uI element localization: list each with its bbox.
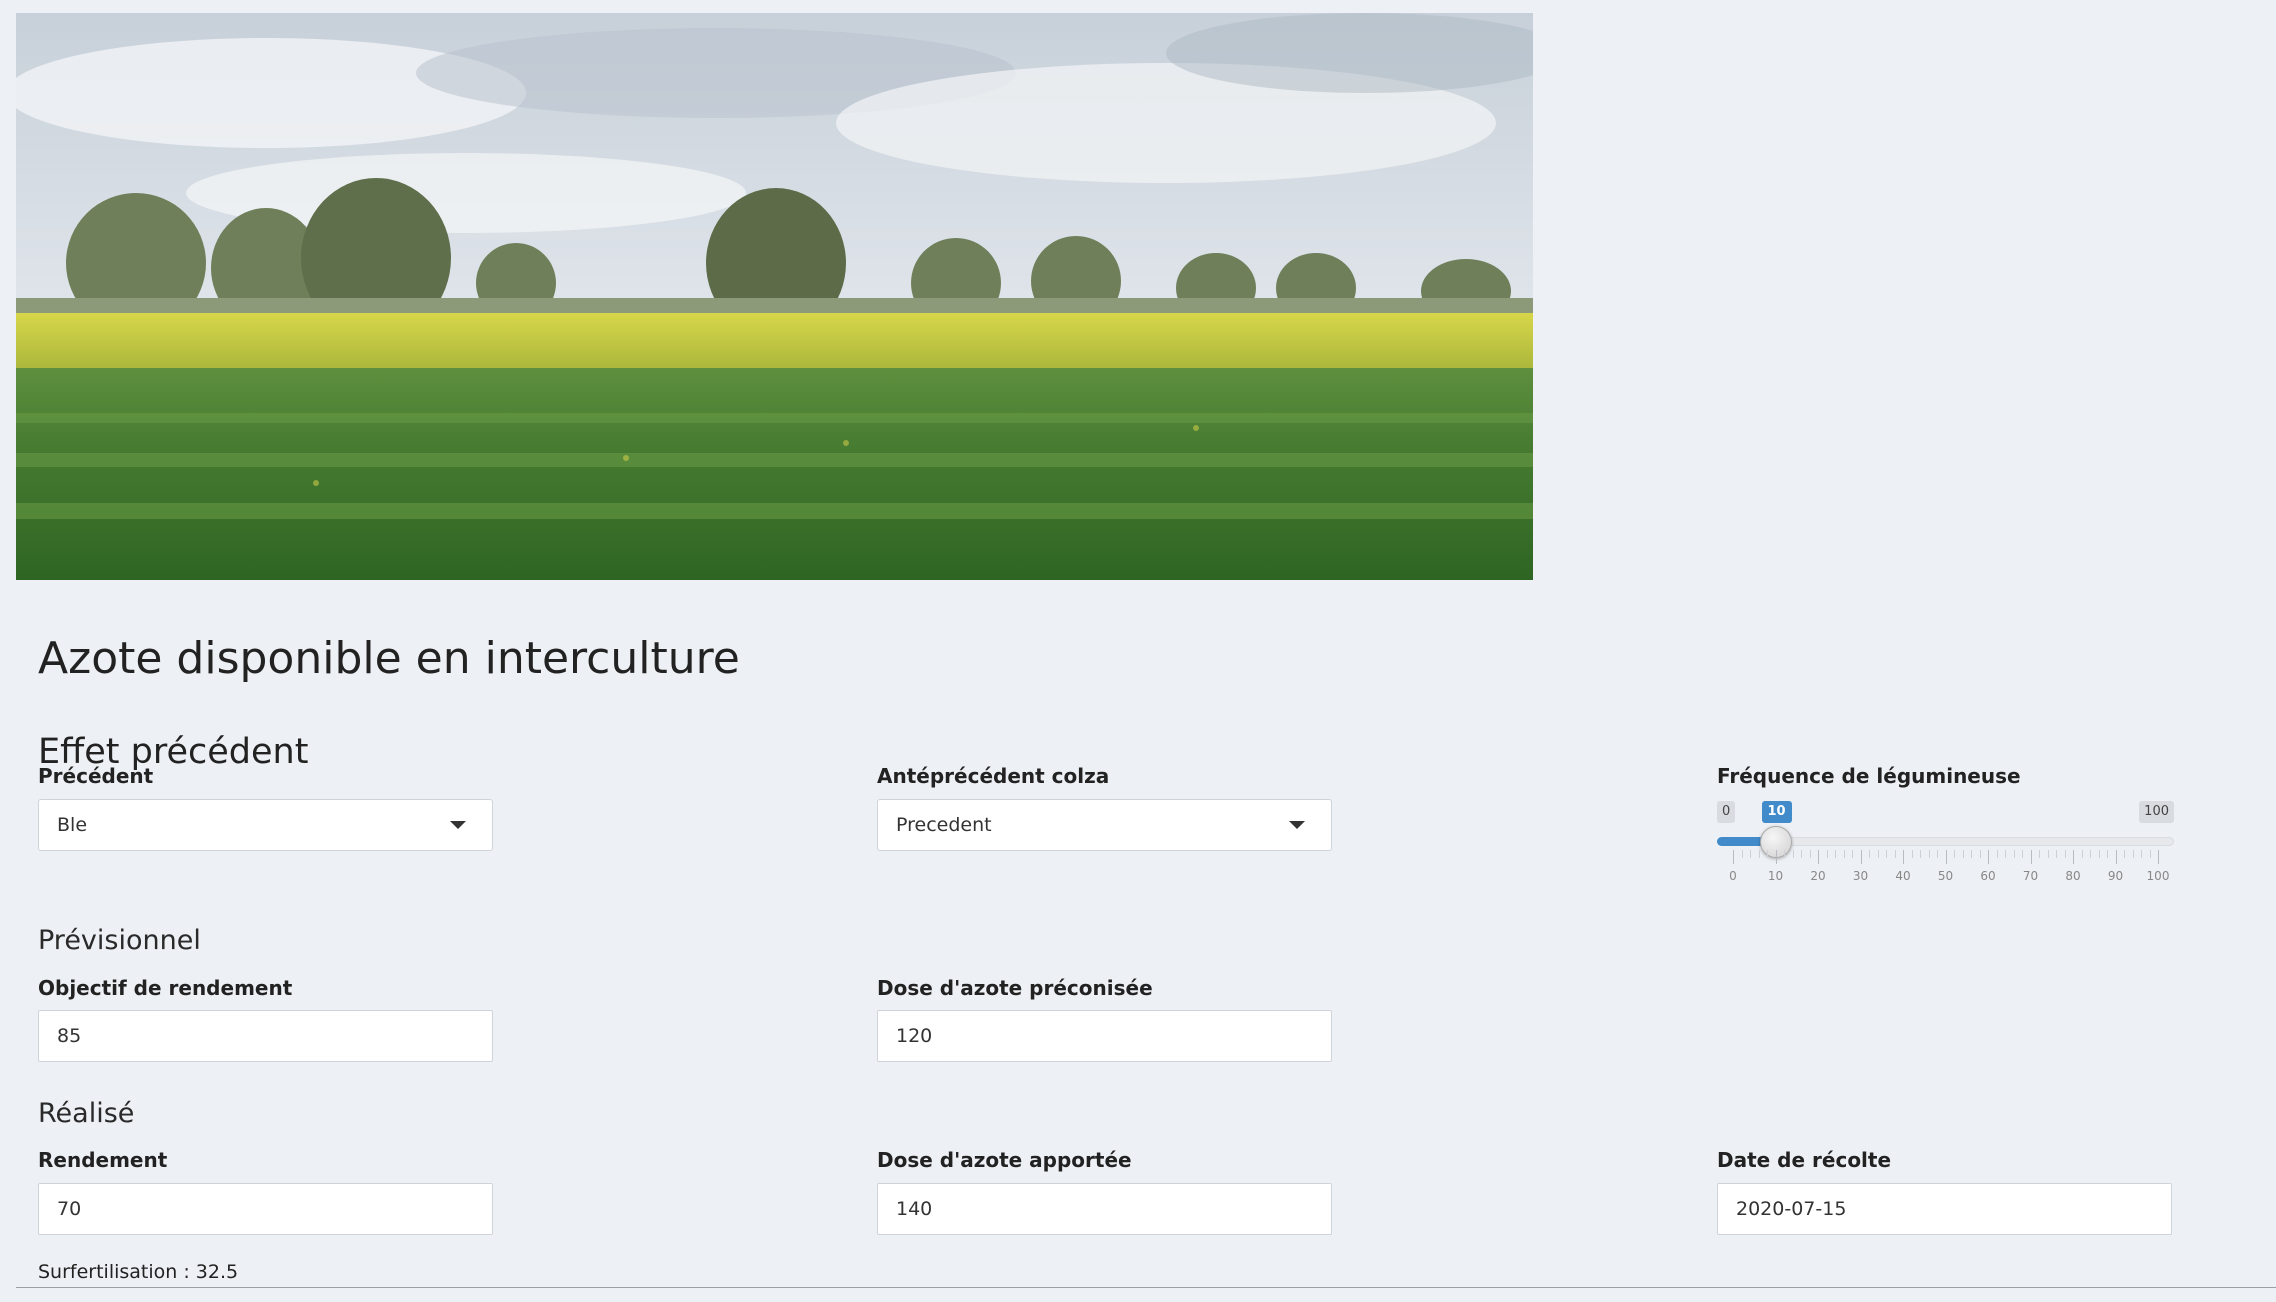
divider <box>16 1287 2276 1288</box>
slider-minor-tick <box>2132 850 2134 858</box>
slider-major-tick <box>2115 850 2117 864</box>
slider-max-badge: 100 <box>2139 801 2174 823</box>
slider-minor-tick <box>1792 850 1794 858</box>
slider-minor-tick <box>1750 850 1751 858</box>
slider-tick-label: 10 <box>1767 869 1784 883</box>
slider-minor-tick <box>2141 850 2142 858</box>
dose-apportee-input[interactable] <box>877 1183 1332 1235</box>
date-recolte-input[interactable] <box>1717 1183 2172 1235</box>
slider-minor-tick <box>2098 850 2100 858</box>
slider-tick-label: 90 <box>2107 869 2124 883</box>
precedent-select[interactable]: Ble <box>38 799 493 851</box>
slider-major-tick <box>1775 850 1777 864</box>
slider-minor-tick <box>2064 850 2066 858</box>
slider-tick-label: 70 <box>2022 869 2039 883</box>
legume-frequency-label: Fréquence de légumineuse <box>1717 764 2021 788</box>
slider-major-tick <box>1988 850 1989 864</box>
field-landscape-illustration <box>16 13 1533 580</box>
slider-minor-tick <box>1758 850 1760 858</box>
slider-minor-tick <box>2124 850 2125 858</box>
chevron-down-icon <box>450 821 466 829</box>
anteprecedent-label: Antéprécédent colza <box>877 764 1110 788</box>
slider-minor-tick <box>1809 850 1811 858</box>
slider-minor-tick <box>1911 850 1913 858</box>
page-title: Azote disponible en interculture <box>38 633 740 685</box>
slider-tick-label: 30 <box>1852 869 1869 883</box>
banner-field-image <box>16 13 1533 580</box>
app-page: Azote disponible en interculture Effet p… <box>0 0 2276 1302</box>
date-recolte-label: Date de récolte <box>1717 1148 1892 1172</box>
slider-minor-tick <box>1869 850 1870 858</box>
anteprecedent-select-value: Precedent <box>896 814 992 836</box>
slider-minor-tick <box>2022 850 2023 858</box>
slider-minor-tick <box>1894 850 1896 858</box>
slider-minor-tick <box>2005 850 2006 858</box>
slider-minor-tick <box>1767 850 1768 858</box>
slider-tick-label: 50 <box>1937 869 1954 883</box>
rendement-input[interactable] <box>38 1183 493 1235</box>
slider-minor-tick <box>1877 850 1879 858</box>
objectif-rendement-label: Objectif de rendement <box>38 976 293 1000</box>
slider-minor-tick <box>1886 850 1887 858</box>
slider-minor-tick <box>2013 850 2015 858</box>
slider-minor-tick <box>1801 850 1802 858</box>
slider-minor-tick <box>1996 850 1998 858</box>
slider-minor-tick <box>1784 850 1785 858</box>
legume-frequency-slider[interactable]: 0 10 100 0 10 20 30 40 50 60 70 80 90 100 <box>1717 795 2174 885</box>
slider-minor-tick <box>1937 850 1938 858</box>
slider-minor-tick <box>1843 850 1845 858</box>
slider-major-tick <box>1903 850 1904 864</box>
precedent-select-value: Ble <box>57 814 88 836</box>
slider-minor-tick <box>1741 850 1743 858</box>
dose-preconisee-label: Dose d'azote préconisée <box>877 976 1153 1000</box>
slider-major-tick <box>1818 850 1819 864</box>
slider-minor-tick <box>1971 850 1972 858</box>
slider-major-tick <box>2158 850 2159 864</box>
slider-minor-tick <box>1928 850 1930 858</box>
slider-major-tick <box>1733 850 1734 864</box>
slider-minor-tick <box>2090 850 2091 858</box>
slider-major-tick <box>1945 850 1947 864</box>
slider-minor-tick <box>1954 850 1955 858</box>
dose-preconisee-input[interactable] <box>877 1010 1332 1062</box>
objectif-rendement-input[interactable] <box>38 1010 493 1062</box>
slider-tick-label: 80 <box>2065 869 2081 883</box>
slider-minor-tick <box>2047 850 2049 858</box>
anteprecedent-select[interactable]: Precedent <box>877 799 1332 851</box>
slider-minor-tick <box>2039 850 2040 858</box>
surfertilisation-text: Surfertilisation : 32.5 <box>38 1261 239 1283</box>
precedent-label: Précédent <box>38 764 154 788</box>
slider-minor-tick <box>2149 850 2151 858</box>
slider-minor-tick <box>1962 850 1964 858</box>
slider-minor-tick <box>1852 850 1853 858</box>
slider-minor-tick <box>2056 850 2057 858</box>
slider-ticks: 0 10 20 30 40 50 60 70 80 90 100 <box>1717 850 2174 890</box>
dose-apportee-label: Dose d'azote apportée <box>877 1148 1132 1172</box>
slider-minor-tick <box>1920 850 1921 858</box>
slider-tick-label: 40 <box>1895 869 1911 883</box>
slider-tick-label: 20 <box>1810 869 1826 883</box>
slider-min-badge: 0 <box>1717 801 1736 823</box>
slider-minor-tick <box>1826 850 1828 858</box>
slider-major-tick <box>2030 850 2032 864</box>
section-title-previsionnel: Prévisionnel <box>38 925 201 956</box>
rendement-label: Rendement <box>38 1148 168 1172</box>
slider-minor-tick <box>1835 850 1836 858</box>
slider-tick-label: 0 <box>1729 869 1737 883</box>
slider-tick-label: 100 <box>2146 869 2170 883</box>
slider-major-tick <box>2073 850 2074 864</box>
chevron-down-icon <box>1289 821 1305 829</box>
slider-tick-label: 60 <box>1980 869 1996 883</box>
slider-minor-tick <box>1979 850 1981 858</box>
section-title-realise: Réalisé <box>38 1098 135 1129</box>
slider-minor-tick <box>2107 850 2108 858</box>
slider-value-badge: 10 <box>1761 801 1792 823</box>
slider-major-tick <box>1860 850 1862 864</box>
slider-minor-tick <box>2081 850 2083 858</box>
